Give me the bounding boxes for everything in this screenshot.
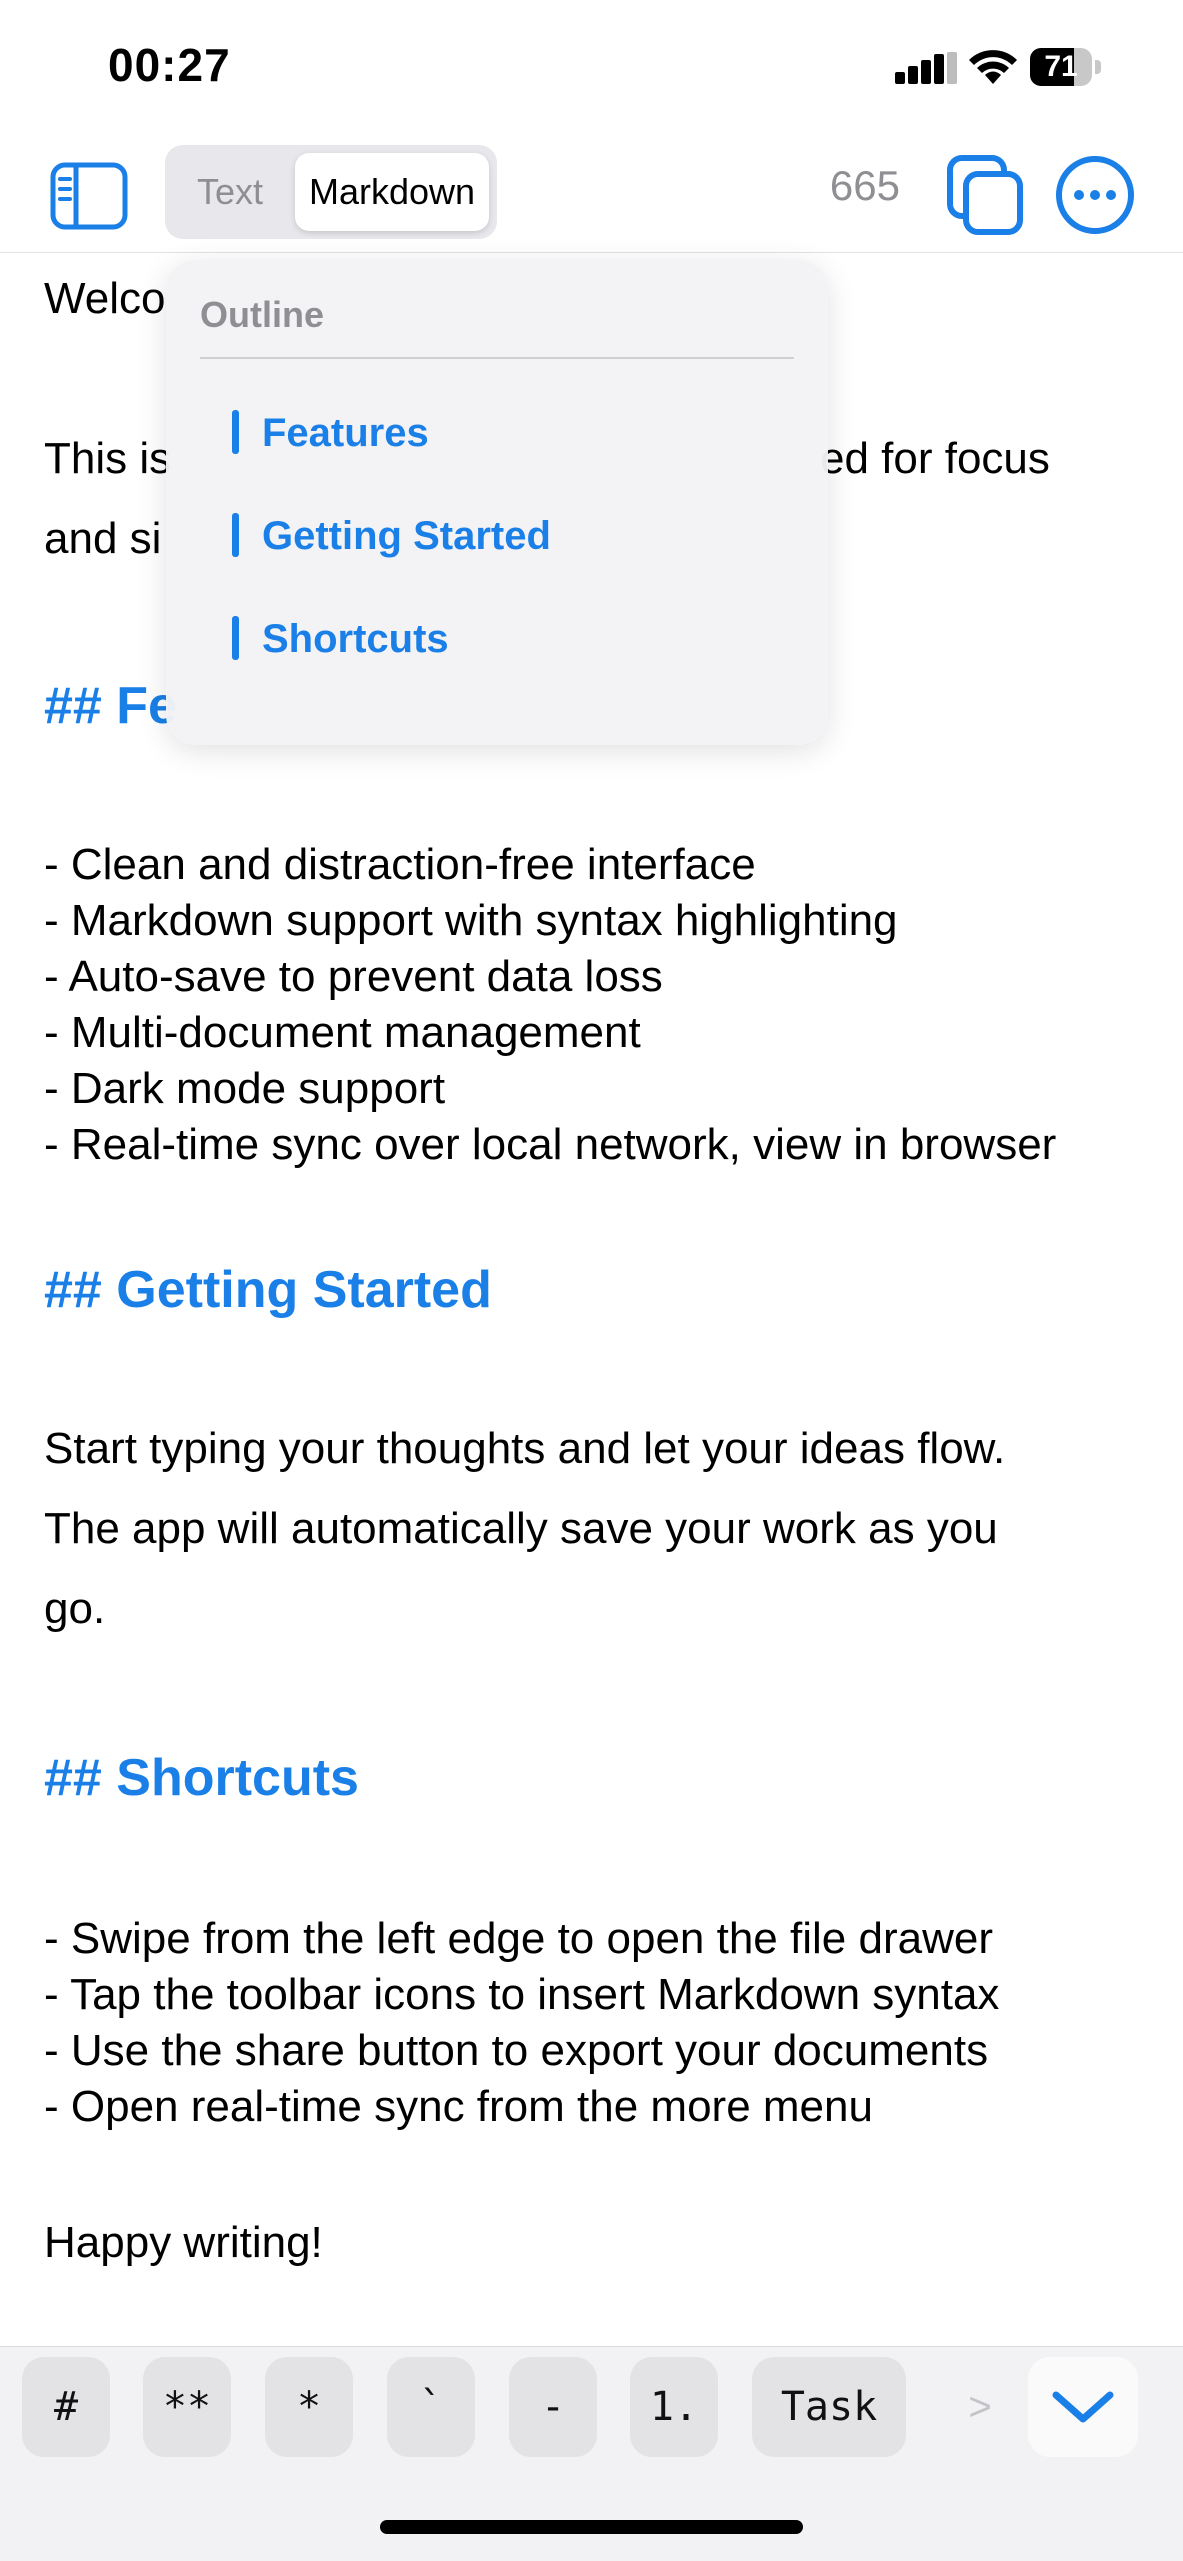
cellular-signal-icon	[895, 52, 957, 84]
outline-popover: Outline Features Getting Started Shortcu…	[166, 260, 828, 745]
list-item: - Auto-save to prevent data loss	[44, 952, 663, 1001]
key-numbered-list[interactable]: 1.	[630, 2357, 718, 2457]
keyboard-dismiss-button[interactable]	[1028, 2357, 1138, 2457]
segment-markdown[interactable]: Markdown	[295, 153, 489, 231]
key-task[interactable]: Task	[752, 2357, 906, 2457]
status-time: 00:27	[108, 39, 231, 91]
list-item: - Clean and distraction-free interface	[44, 840, 756, 889]
editor-line-intro-right: ed for focus	[820, 434, 1050, 483]
segment-text[interactable]: Text	[175, 153, 285, 231]
key-heading[interactable]: #	[22, 2357, 110, 2457]
paragraph-line: Start typing your thoughts and let your …	[44, 1424, 1006, 1473]
outline-title: Outline	[200, 294, 324, 335]
key-italic[interactable]: *	[265, 2357, 353, 2457]
battery-level: 71	[1044, 50, 1078, 83]
shortcuts-heading: ## Shortcuts	[44, 1749, 359, 1807]
paragraph-line: The app will automatically save your wor…	[44, 1504, 998, 1553]
ellipsis-circle-icon[interactable]	[1050, 150, 1140, 240]
outline-marker	[232, 410, 239, 454]
outline-marker	[232, 513, 239, 557]
word-count: 665	[829, 162, 900, 209]
chevron-right-icon[interactable]: >	[940, 2357, 1020, 2457]
list-item: - Multi-document management	[44, 1008, 641, 1057]
outline-marker	[232, 616, 239, 660]
paragraph-line: go.	[44, 1584, 106, 1633]
outline-item-label: Shortcuts	[262, 617, 449, 661]
wifi-icon	[969, 50, 1017, 84]
outline-divider	[200, 357, 794, 359]
list-item: - Swipe from the left edge to open the f…	[44, 1914, 993, 1963]
outline-item-label: Features	[262, 411, 429, 455]
home-indicator	[380, 2520, 803, 2534]
key-code[interactable]: `	[387, 2357, 475, 2457]
copy-icon[interactable]	[940, 150, 1030, 240]
list-item: - Dark mode support	[44, 1064, 446, 1113]
list-item: - Tap the toolbar icons to insert Markdo…	[44, 1970, 1000, 2019]
editor-line-welcome: Welco	[44, 274, 166, 323]
editor-line-intro: This is	[44, 434, 172, 483]
features-heading: ## Fe	[44, 677, 177, 735]
closing-line: Happy writing!	[44, 2218, 323, 2267]
mode-segmented-control: Text Markdown	[165, 145, 497, 239]
outline-item-label: Getting Started	[262, 514, 551, 558]
editor-line-intro-2: and si	[44, 514, 162, 563]
key-list[interactable]: -	[509, 2357, 597, 2457]
list-item: - Markdown support with syntax highlight…	[44, 896, 898, 945]
battery-icon: 71	[1030, 48, 1102, 86]
status-bar: 00:27 71	[0, 0, 1183, 140]
chevron-down-icon	[1052, 2391, 1114, 2423]
sidebar-icon[interactable]	[48, 155, 130, 237]
list-item: - Real-time sync over local network, vie…	[44, 1120, 1057, 1169]
list-item: - Open real-time sync from the more menu	[44, 2082, 873, 2131]
getting-started-heading: ## Getting Started	[44, 1261, 492, 1319]
key-bold[interactable]: **	[143, 2357, 231, 2457]
list-item: - Use the share button to export your do…	[44, 2026, 989, 2075]
top-toolbar: Text Markdown 665	[0, 140, 1183, 253]
